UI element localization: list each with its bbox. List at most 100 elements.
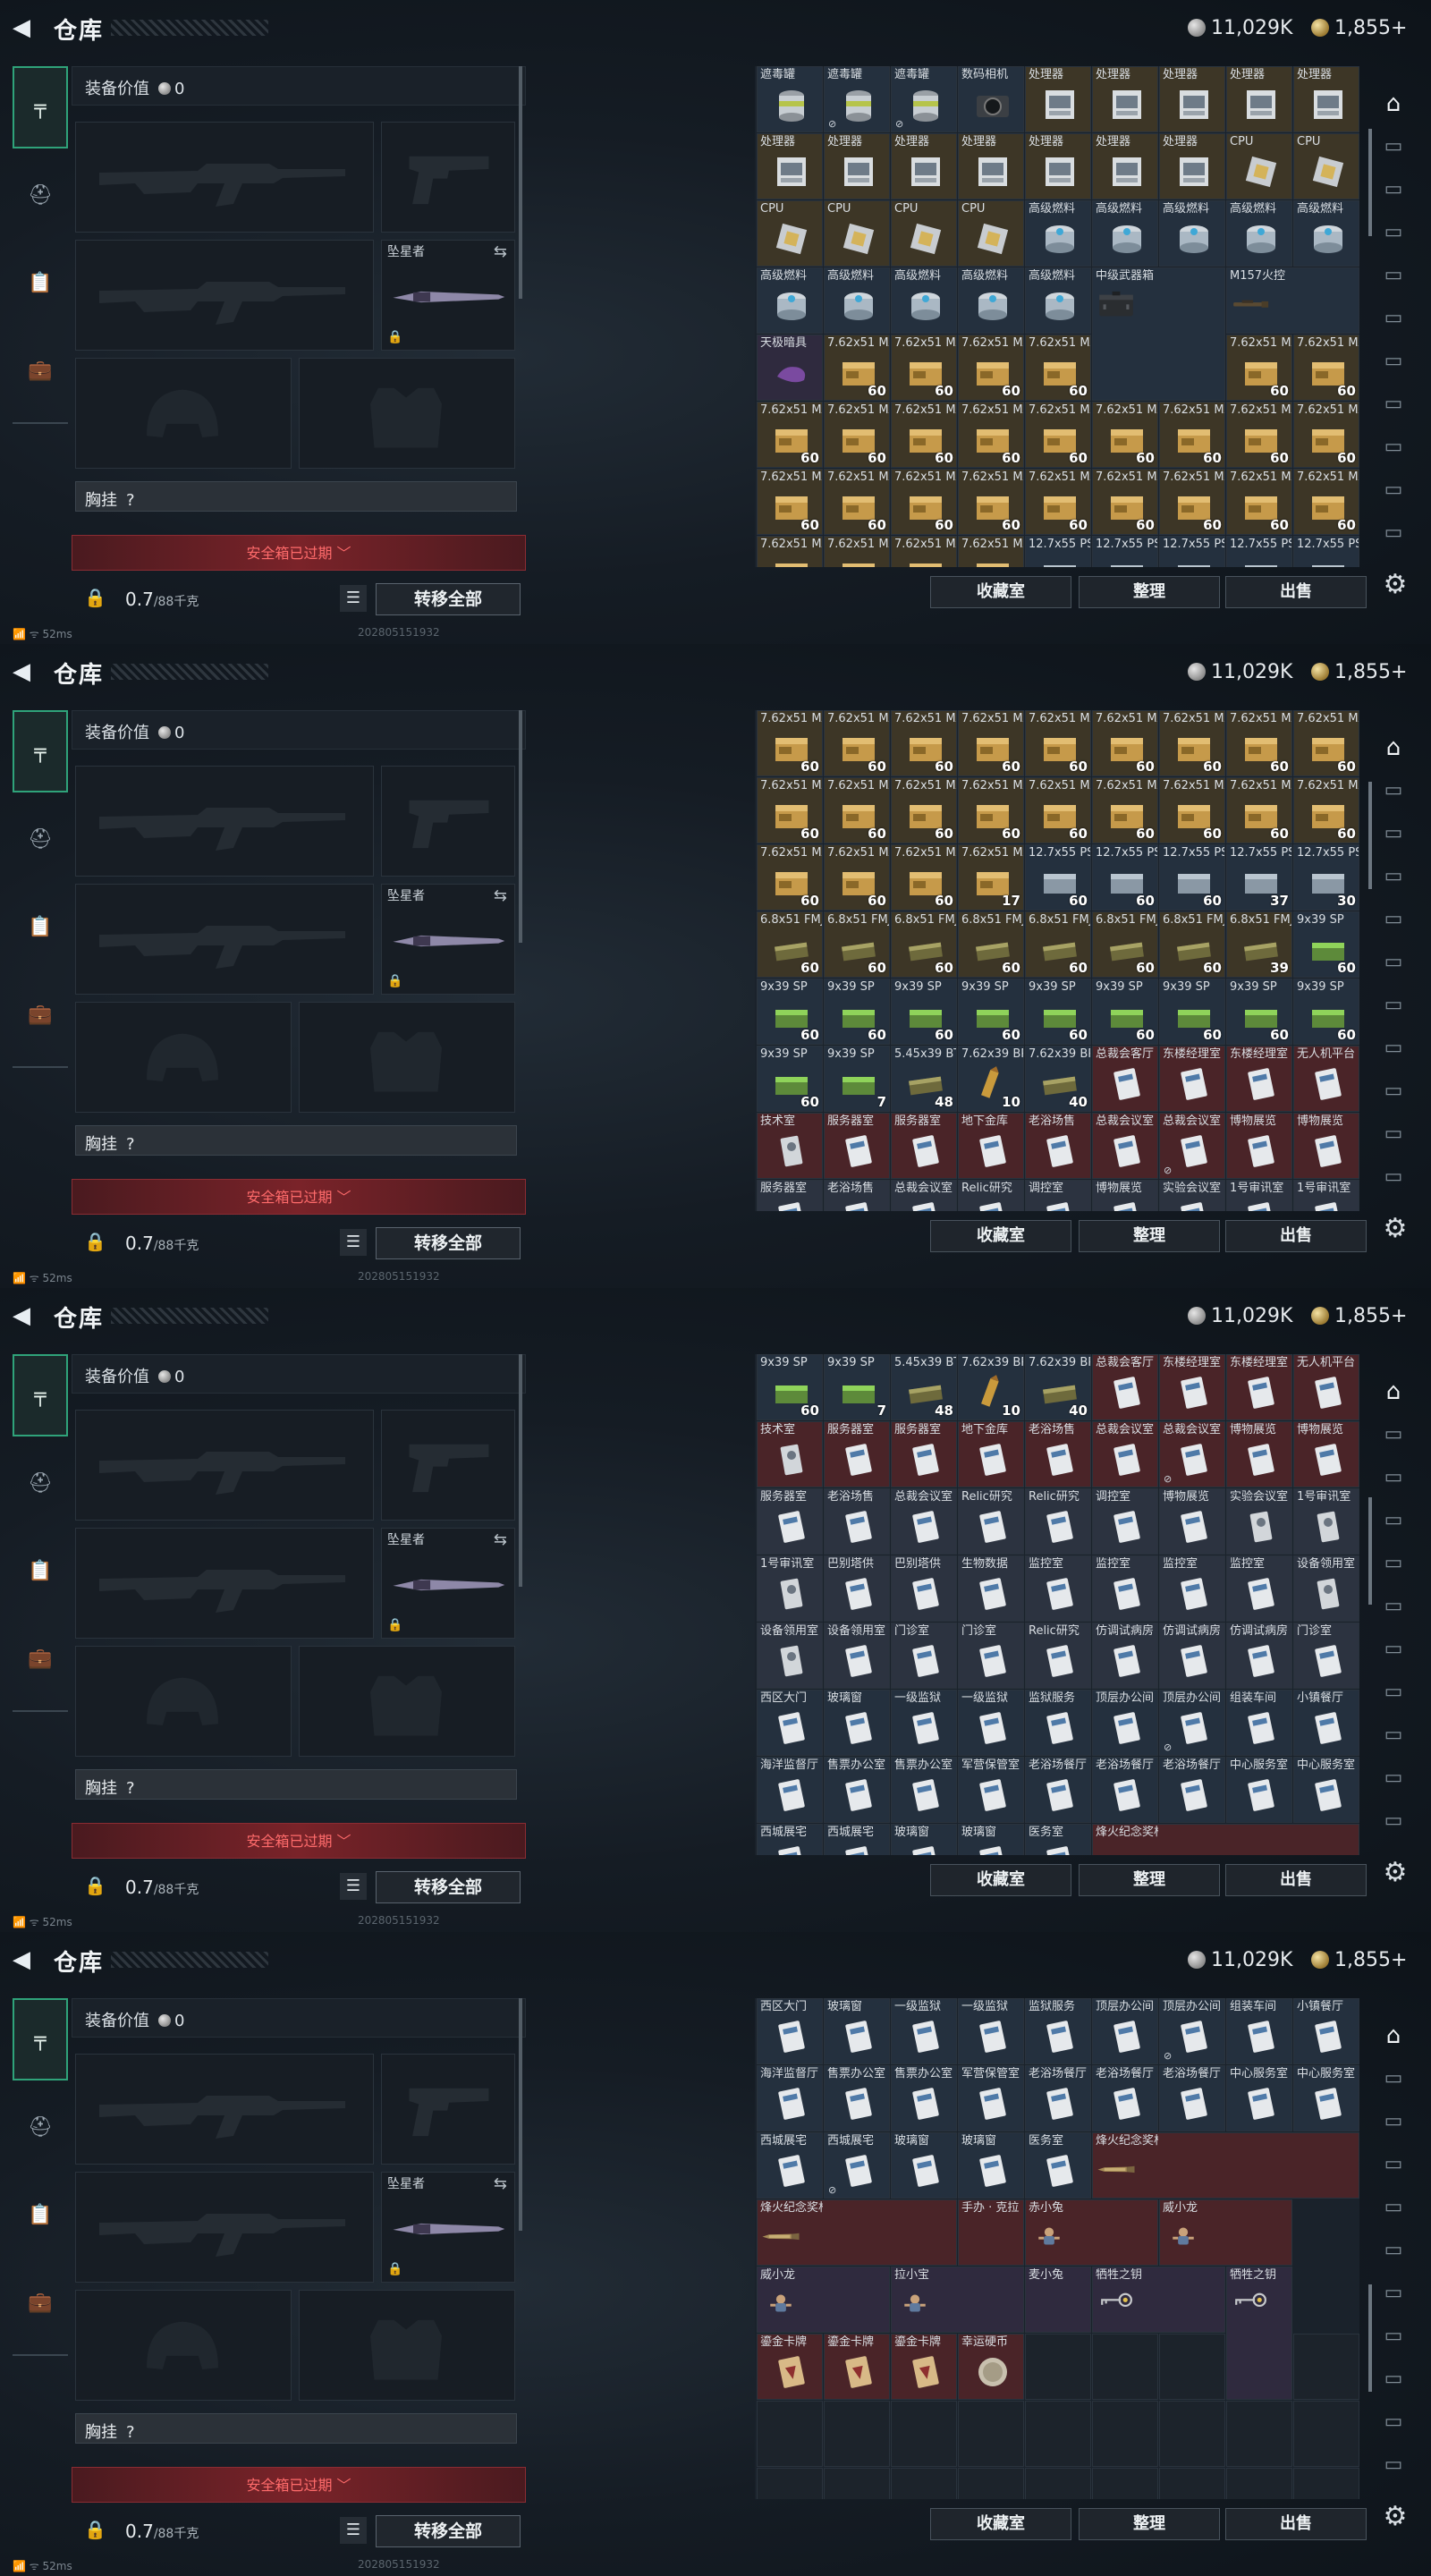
storage-item[interactable]: 7.62x51 MAR 60	[1092, 402, 1158, 468]
storage-item[interactable]: 博物展览	[1226, 1113, 1292, 1179]
storage-item[interactable]: 7.62x39 BP 40	[1025, 1046, 1091, 1112]
pistol-slot[interactable]	[381, 1410, 515, 1521]
storage-item[interactable]: 博物展览	[1226, 1421, 1292, 1487]
storage-item[interactable]: 5.45x39 BT 48	[891, 1046, 957, 1112]
storage-item[interactable]: 12.7x55 PS 30	[1293, 844, 1359, 911]
gold-currency[interactable]: 1,855+	[1311, 1946, 1407, 1973]
pistol-slot[interactable]	[381, 2054, 515, 2165]
melee-slot[interactable]: 坠星者 ⇆ 🔒	[381, 1528, 515, 1639]
safe-box-expired-banner[interactable]: 安全箱已过期 ﹀	[72, 1179, 526, 1215]
secondary-weapon-slot[interactable]	[75, 240, 374, 351]
storage-item[interactable]: 12.7x55 PS60	[1092, 536, 1158, 567]
equipment-scrollbar[interactable]	[519, 1998, 522, 2231]
storage-item[interactable]: 老浴场售	[1025, 1421, 1091, 1487]
storage-item[interactable]: 7.62x51 MAR 60	[1293, 777, 1359, 843]
storage-item[interactable]: 处理器	[824, 133, 890, 199]
storage-item[interactable]: 西城展宅 ⊘	[824, 2132, 890, 2199]
tab-icon-9[interactable]: ▭	[1376, 472, 1411, 508]
pistol-slot[interactable]	[381, 766, 515, 877]
storage-item[interactable]: 9x39 SP 60	[1293, 911, 1359, 978]
storage-item[interactable]: 12.7x55 PS60	[1025, 844, 1091, 911]
storage-item[interactable]: 幸运硬币	[958, 2334, 1024, 2400]
storage-item[interactable]: 实验会议室	[1226, 1488, 1292, 1555]
collection-room-button[interactable]: 收藏室	[930, 576, 1071, 608]
storage-item[interactable]: 9x39 SP 60	[757, 979, 823, 1045]
storage-item[interactable]: 7.62x51 MAR 60	[824, 335, 890, 401]
storage-item[interactable]: 老浴场餐厅	[1092, 2065, 1158, 2131]
tab-icon-10[interactable]: ▭	[1376, 1159, 1411, 1195]
storage-item[interactable]: 9x39 SP 60	[1092, 979, 1158, 1045]
storage-item[interactable]: 7.62x51 MAR 60	[1293, 469, 1359, 535]
storage-item[interactable]: 7.62x51 MAR 60	[1293, 402, 1359, 468]
storage-icon[interactable]: ⌂	[1376, 730, 1411, 766]
storage-item[interactable]: 组装车间	[1226, 1998, 1292, 2064]
storage-item[interactable]: 7.62x51 MAR 60	[1159, 402, 1225, 468]
storage-item[interactable]: 烽火纪念奖杯	[757, 2199, 957, 2266]
storage-item[interactable]: 博物展览	[1092, 1180, 1158, 1211]
melee-slot[interactable]: 坠星者 ⇆ 🔒	[381, 884, 515, 995]
silver-currency[interactable]: 11,029K	[1188, 658, 1292, 685]
tab-icon-9[interactable]: ▭	[1376, 1760, 1411, 1796]
storage-item[interactable]: 一级监狱	[958, 1998, 1024, 2064]
storage-item[interactable]: 处理器	[1226, 66, 1292, 132]
storage-item[interactable]: 服务器室	[757, 1488, 823, 1555]
tab-icon-7[interactable]: ▭	[1376, 1030, 1411, 1066]
storage-item[interactable]: 地下金库	[958, 1113, 1024, 1179]
storage-item[interactable]: 7.62x51 MAR 60	[958, 402, 1024, 468]
storage-item[interactable]: 无人机平台	[1293, 1354, 1359, 1420]
chest-rig-slot[interactable]: 胸挂?	[75, 2413, 517, 2444]
storage-item[interactable]: 处理器	[1092, 133, 1158, 199]
storage-item[interactable]: 顶层办公间 ⊘	[1159, 1690, 1225, 1756]
safe-box-expired-banner[interactable]: 安全箱已过期 ﹀	[72, 2467, 526, 2503]
storage-item[interactable]: 9x39 SP 60	[1159, 979, 1225, 1045]
storage-item[interactable]: 监控室	[1159, 1555, 1225, 1622]
armor-slot[interactable]	[299, 1646, 515, 1757]
storage-item[interactable]: 一级监狱	[958, 1690, 1024, 1756]
sort-button[interactable]: 整理	[1079, 576, 1220, 608]
storage-item[interactable]: 设备领用室	[824, 1623, 890, 1689]
storage-item[interactable]: 一级监狱	[891, 1690, 957, 1756]
storage-item[interactable]: 9x39 SP 7	[824, 1354, 890, 1420]
tab-icon-2[interactable]: ▭	[1376, 2104, 1411, 2140]
tab-icon-10[interactable]: ▭	[1376, 2447, 1411, 2483]
storage-icon[interactable]: ⌂	[1376, 1374, 1411, 1410]
tab-icon-7[interactable]: ▭	[1376, 1674, 1411, 1710]
storage-item[interactable]: 玻璃窗	[891, 2132, 957, 2199]
storage-item[interactable]: 门诊室	[891, 1623, 957, 1689]
storage-item[interactable]: 小镇餐厅	[1293, 1690, 1359, 1756]
storage-item[interactable]: 12.7x55 PS60	[1159, 844, 1225, 911]
sell-button[interactable]: 出售	[1225, 2508, 1367, 2540]
storage-item[interactable]: Relic研究	[1025, 1623, 1091, 1689]
storage-item[interactable]: 高级燃料	[1092, 200, 1158, 267]
storage-item[interactable]: 9x39 SP 60	[1226, 979, 1292, 1045]
storage-item[interactable]: CPU	[1226, 133, 1292, 199]
helmet-tab-icon[interactable]: ⛑	[13, 1442, 68, 1524]
storage-item[interactable]: 鎏金卡牌	[891, 2334, 957, 2400]
storage-item[interactable]: 9x39 SP 7	[824, 1046, 890, 1112]
storage-item[interactable]: 7.62x51 MAR 60	[1226, 710, 1292, 776]
storage-item[interactable]: 遮毒罐	[757, 66, 823, 132]
storage-item[interactable]: CPU	[824, 200, 890, 267]
armor-slot[interactable]	[299, 358, 515, 469]
primary-weapon-slot[interactable]	[75, 122, 374, 233]
storage-item[interactable]: 7.62x51 MAR 60	[891, 844, 957, 911]
storage-item[interactable]: 7.62x51 MAR 60	[1293, 335, 1359, 401]
case-tab-icon[interactable]: 💼	[13, 329, 68, 411]
storage-item[interactable]: 7.62x51 MAR 60	[757, 469, 823, 535]
silver-currency[interactable]: 11,029K	[1188, 1302, 1292, 1329]
settings-gear-icon[interactable]: ⚙	[1377, 567, 1413, 603]
storage-item[interactable]: 总裁会议室 ⊘	[1159, 1421, 1225, 1487]
helmet-slot[interactable]	[75, 358, 292, 469]
storage-item[interactable]: 服务器室	[757, 1180, 823, 1211]
storage-item[interactable]: 监控室	[1092, 1555, 1158, 1622]
sell-button[interactable]: 出售	[1225, 576, 1367, 608]
storage-item[interactable]: 医务室	[1025, 2132, 1091, 2199]
storage-item[interactable]: 7.62x51 MAR 60	[757, 777, 823, 843]
storage-item[interactable]: 5.45x39 BT 48	[891, 1354, 957, 1420]
back-arrow-icon[interactable]: ◀	[13, 1302, 39, 1329]
storage-item[interactable]: 7.62x51 MAR 60	[757, 844, 823, 911]
storage-item[interactable]: 西区大门	[757, 1690, 823, 1756]
storage-item[interactable]: CPU	[891, 200, 957, 267]
gold-currency[interactable]: 1,855+	[1311, 14, 1407, 41]
storage-item[interactable]: 6.8x51 FMJ 60	[824, 911, 890, 978]
